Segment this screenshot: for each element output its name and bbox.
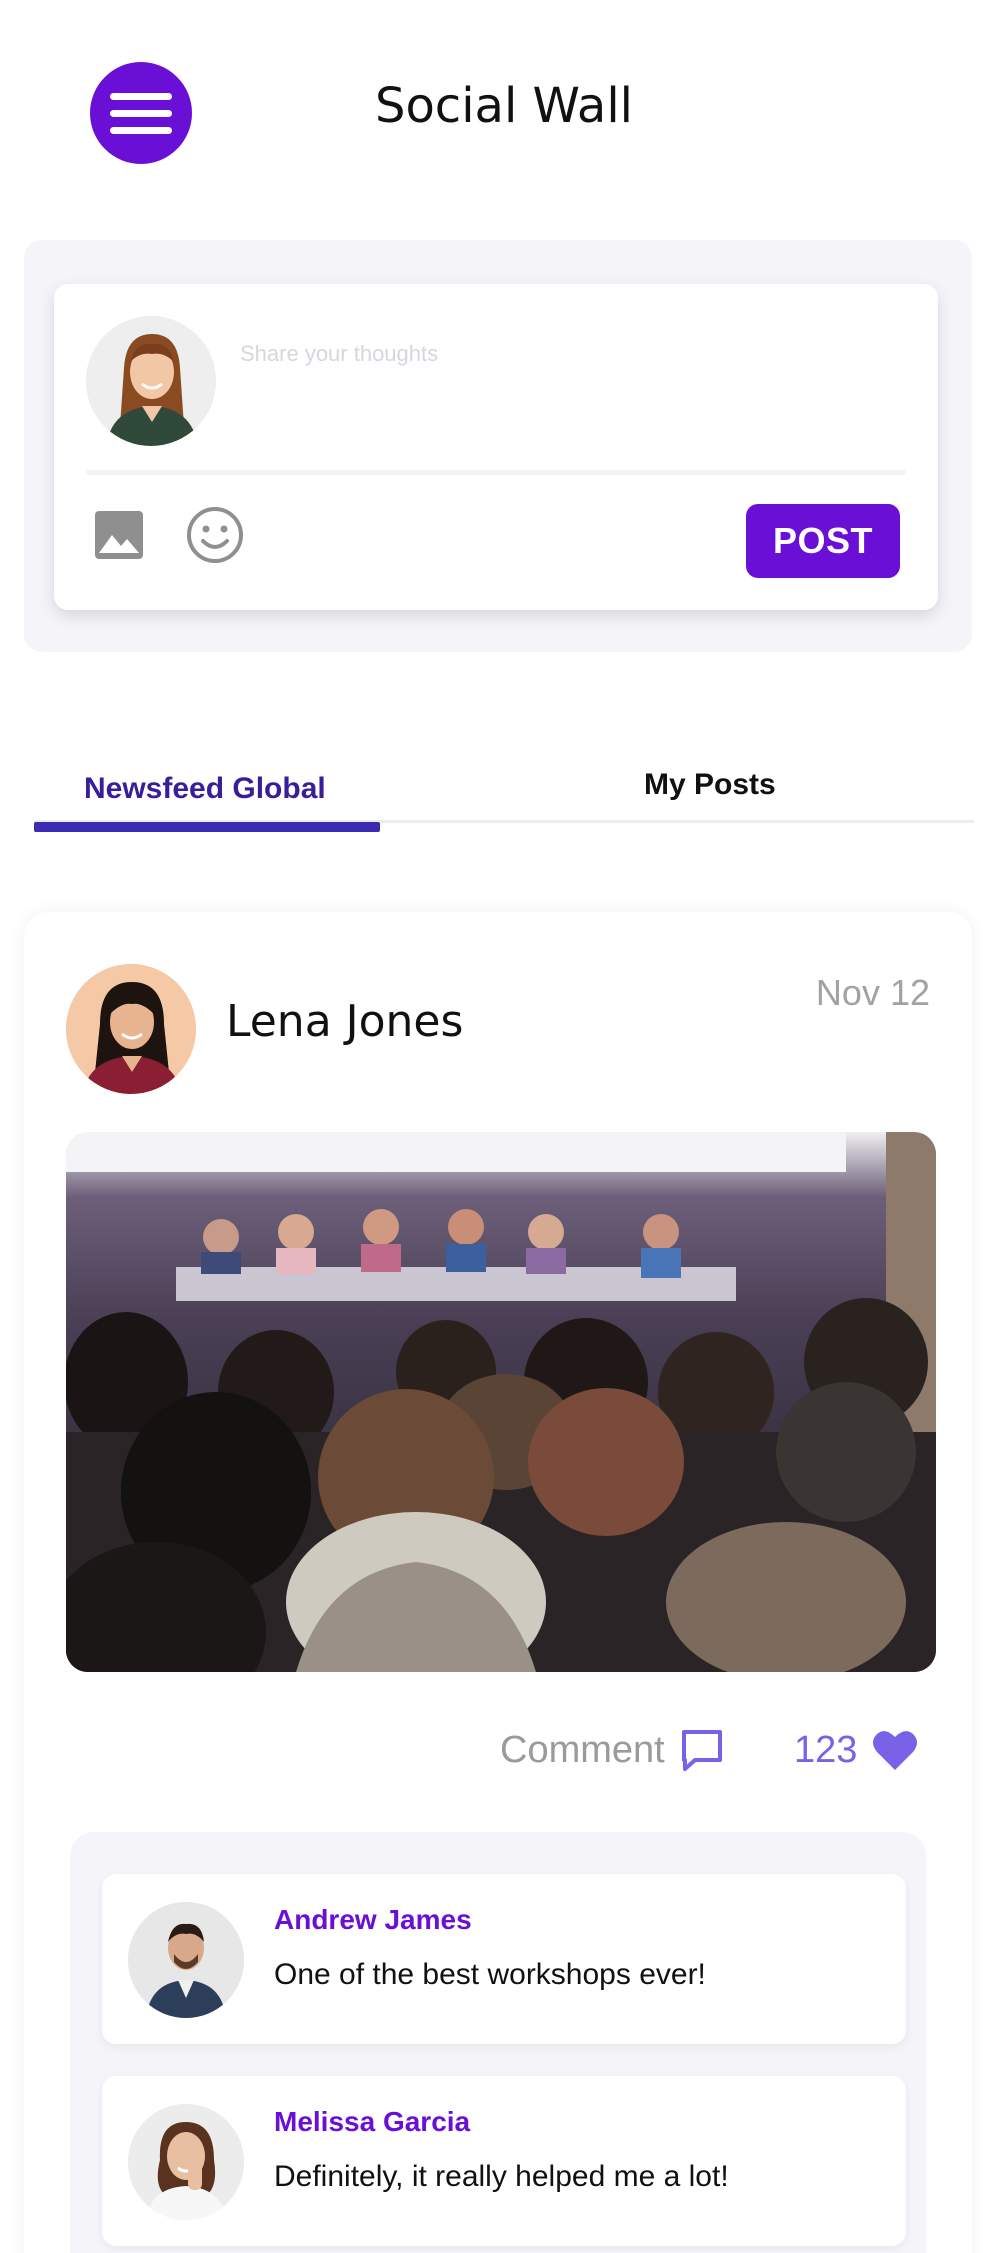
tab-my-posts[interactable]: My Posts (554, 760, 854, 820)
image-icon (95, 511, 143, 559)
commenter-avatar[interactable] (128, 1902, 244, 2018)
add-emoji-button[interactable] (186, 506, 244, 564)
commenter-name[interactable]: Andrew James (274, 1904, 472, 1936)
comment-item: Andrew James One of the best workshops e… (102, 1874, 906, 2044)
heart-icon (873, 1731, 918, 1770)
current-user-avatar (86, 316, 216, 446)
like-count: 123 (794, 1728, 858, 1771)
active-tab-indicator (34, 822, 380, 832)
post-input[interactable] (240, 334, 900, 374)
post-date: Nov 12 (815, 972, 930, 1013)
tab-label: Newsfeed Global (84, 772, 326, 805)
app-header: Social Wall (0, 0, 1000, 220)
composer-card: POST (54, 284, 938, 610)
like-button[interactable]: 123 (794, 1720, 919, 1780)
post-actions: Comment 123 (24, 1720, 972, 1780)
post-card: Lena Jones Nov 12 Comment 123 Andrew Jam… (24, 912, 972, 2253)
tab-newsfeed-global[interactable]: Newsfeed Global (34, 760, 380, 836)
comment-item: Melissa Garcia Definitely, it really hel… (102, 2076, 906, 2246)
post-author-name[interactable]: Lena Jones (226, 996, 463, 1047)
emoji-icon (187, 507, 243, 563)
tab-label: My Posts (644, 768, 776, 801)
post-button[interactable]: POST (746, 504, 900, 578)
author-avatar[interactable] (66, 964, 196, 1094)
feed-tabs: Newsfeed Global My Posts (34, 760, 974, 836)
composer-divider (86, 470, 906, 475)
comment-text: Definitely, it really helped me a lot! (274, 2160, 729, 2193)
page-title: Social Wall (374, 78, 634, 134)
comment-label: Comment (500, 1728, 665, 1771)
comment-icon (681, 1730, 722, 1771)
comment-button[interactable]: Comment (500, 1720, 725, 1780)
comment-text: One of the best workshops ever! (274, 1958, 706, 1991)
post-image[interactable] (66, 1132, 936, 1672)
comments-section: Andrew James One of the best workshops e… (70, 1832, 926, 2253)
commenter-avatar[interactable] (128, 2104, 244, 2220)
commenter-name[interactable]: Melissa Garcia (274, 2106, 470, 2138)
composer-section: POST (24, 240, 972, 652)
add-image-button[interactable] (92, 508, 146, 562)
